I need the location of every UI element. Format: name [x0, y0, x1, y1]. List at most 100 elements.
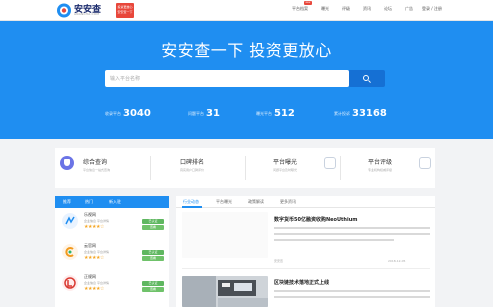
search-button[interactable] — [349, 70, 385, 87]
news-panel: 行业动态 平台曝光 政策解读 更多资讯 数字货币50亿融资收购NeoUthium… — [176, 196, 435, 307]
platform-logo-icon — [62, 244, 78, 260]
stat-value: 31 — [206, 108, 220, 119]
stat-label: 累计投诉 — [334, 110, 350, 116]
platform-name: 云官网 — [84, 243, 96, 248]
platform-sub: 企业信息 平台详情 — [84, 250, 109, 254]
stat-label: 收录平台 — [105, 110, 121, 116]
view-button[interactable]: 查看 — [142, 287, 164, 292]
rating-stars: ★★★★☆ — [84, 224, 104, 230]
nav-item-ads[interactable]: 广告 — [405, 6, 413, 12]
nav-item-news[interactable]: 资讯 — [363, 6, 371, 12]
stat-label: 问题平台 — [188, 110, 204, 116]
rating-stars: ★★★★☆ — [84, 255, 104, 261]
tab-policy[interactable]: 政策解读 — [248, 199, 264, 205]
verified-tag: 已认证 — [142, 219, 164, 224]
promo-line-2: 安安查一下 — [117, 10, 133, 14]
platform-sub: 企业信息 平台详情 — [84, 281, 109, 285]
platform-logo-icon — [62, 275, 78, 291]
article-thumbnail[interactable] — [182, 212, 268, 258]
stat-complaints: 累计投诉 33168 — [334, 103, 387, 122]
search-icon — [363, 75, 369, 81]
nav-new-badge: NEW — [304, 1, 312, 5]
rating-stars: ★★★★☆ — [84, 286, 104, 292]
article-title[interactable]: 数字货币50亿融资收购NeoUthium — [274, 216, 357, 223]
logo-subtitle: ANANCHA.COM — [74, 12, 100, 16]
tab-industry[interactable]: 行业动态 — [183, 199, 199, 205]
hero-slogan: 安安查一下 投资更放心 — [161, 41, 332, 60]
stat-exposed: 曝光平台 512 — [256, 103, 295, 122]
verified-tag: 已认证 — [142, 250, 164, 255]
feature-rating[interactable]: 平台评级 专业机构权威评级 — [340, 148, 435, 188]
promo-badge: 投资更放心 安安查一下 — [116, 3, 134, 18]
article-title[interactable]: 区块链技术落地正式上线 — [274, 279, 329, 286]
search-box — [105, 70, 349, 87]
top-bar: 安安查 ANANCHA.COM 投资更放心 安安查一下 NEW 平台档案 曝光 … — [0, 0, 493, 21]
article-text-line — [274, 233, 430, 235]
list-item[interactable]: 乐视网 企业信息 平台详情 ★★★★☆ 已认证 查看 — [60, 210, 165, 242]
tab-exposure[interactable]: 平台曝光 — [216, 199, 232, 205]
stat-problem: 问题平台 31 — [188, 103, 220, 122]
list-item[interactable]: 正规网 企业信息 平台详情 ★★★★☆ 已认证 查看 — [60, 272, 165, 304]
list-item[interactable]: 云官网 企业信息 平台详情 ★★★★☆ 已认证 查看 — [60, 241, 165, 273]
shield-icon — [60, 156, 74, 170]
feature-bar: 综合查询 平台信息一站式查询 口碑排名 真实用户口碑评价 平台曝光 问题平台及时… — [55, 148, 435, 188]
active-tab-indicator — [182, 206, 202, 208]
tag-text: 已认证 — [148, 250, 158, 254]
platform-list-panel: 推荐 热门 新入驻 乐视网 企业信息 平台详情 ★★★★☆ 已认证 查看 云官网… — [55, 196, 169, 307]
tag-text: 查看 — [149, 225, 156, 229]
article-thumbnail[interactable] — [182, 276, 268, 307]
stat-platforms: 收录平台 3040 — [105, 103, 151, 122]
nav-item-rating[interactable]: 评级 — [342, 6, 350, 12]
feature-desc: 平台信息一站式查询 — [83, 168, 111, 172]
nav-item-archive[interactable]: 平台档案 — [292, 6, 308, 12]
article-text-line — [274, 239, 394, 241]
tab-recommended[interactable]: 推荐 — [63, 199, 71, 205]
nav-new-badge-text: NEW — [305, 2, 311, 4]
platform-tabs: 推荐 热门 新入驻 — [55, 196, 169, 208]
platform-sub: 企业信息 平台详情 — [84, 219, 109, 223]
feature-title: 平台曝光 — [273, 159, 298, 166]
feature-title: 口碑排名 — [180, 159, 205, 166]
platform-logo-icon — [62, 213, 78, 229]
verified-tag: 已认证 — [142, 281, 164, 286]
nav-item-exposure[interactable]: 曝光 — [321, 6, 329, 12]
exposure-icon — [324, 157, 336, 169]
feature-title: 综合查询 — [83, 159, 108, 166]
hero-banner: 安安查一下 投资更放心 收录平台3040 问题平台31 曝光平台512 累计投诉… — [0, 21, 493, 139]
feature-reputation[interactable]: 口碑排名 真实用户口碑评价 — [150, 148, 245, 188]
tab-popular[interactable]: 热门 — [85, 199, 93, 205]
article-text-line — [274, 296, 430, 298]
view-button[interactable]: 查看 — [142, 256, 164, 261]
stat-value: 512 — [274, 108, 295, 119]
news-tabs: 行业动态 平台曝光 政策解读 更多资讯 — [176, 196, 435, 208]
tab-more[interactable]: 更多资讯 — [280, 199, 296, 205]
article-text-line — [274, 290, 430, 292]
feature-desc: 专业机构权威评级 — [368, 168, 393, 172]
rating-icon — [419, 157, 431, 169]
divider — [182, 268, 430, 269]
tag-text: 查看 — [149, 256, 156, 260]
stat-value: 3040 — [123, 108, 151, 119]
tag-text: 已认证 — [148, 281, 158, 285]
view-button[interactable]: 查看 — [142, 225, 164, 230]
feature-exposure[interactable]: 平台曝光 问题平台及时曝光 — [245, 148, 340, 188]
tag-text: 查看 — [149, 287, 156, 291]
stat-label: 曝光平台 — [256, 110, 272, 116]
nav-item-login[interactable]: 登录 / 注册 — [422, 6, 442, 12]
page: 安安查 ANANCHA.COM 投资更放心 安安查一下 NEW 平台档案 曝光 … — [0, 0, 493, 307]
article-source: 安安查 — [274, 259, 284, 263]
logo-icon[interactable] — [56, 3, 72, 18]
nav-item-forum[interactable]: 论坛 — [384, 6, 392, 12]
feature-title: 平台评级 — [368, 159, 393, 166]
article-time: 2018-12-05 — [388, 259, 406, 263]
stat-value: 33168 — [352, 108, 387, 119]
tag-text: 已认证 — [148, 219, 158, 223]
platform-name: 正规网 — [84, 274, 96, 279]
article-text-line — [274, 227, 430, 229]
feature-desc: 问题平台及时曝光 — [273, 168, 298, 172]
platform-name: 乐视网 — [84, 212, 96, 217]
feature-desc: 真实用户口碑评价 — [180, 168, 205, 172]
tab-new[interactable]: 新入驻 — [109, 199, 121, 205]
feature-query[interactable]: 综合查询 平台信息一站式查询 — [55, 148, 150, 188]
search-input[interactable] — [105, 70, 349, 87]
